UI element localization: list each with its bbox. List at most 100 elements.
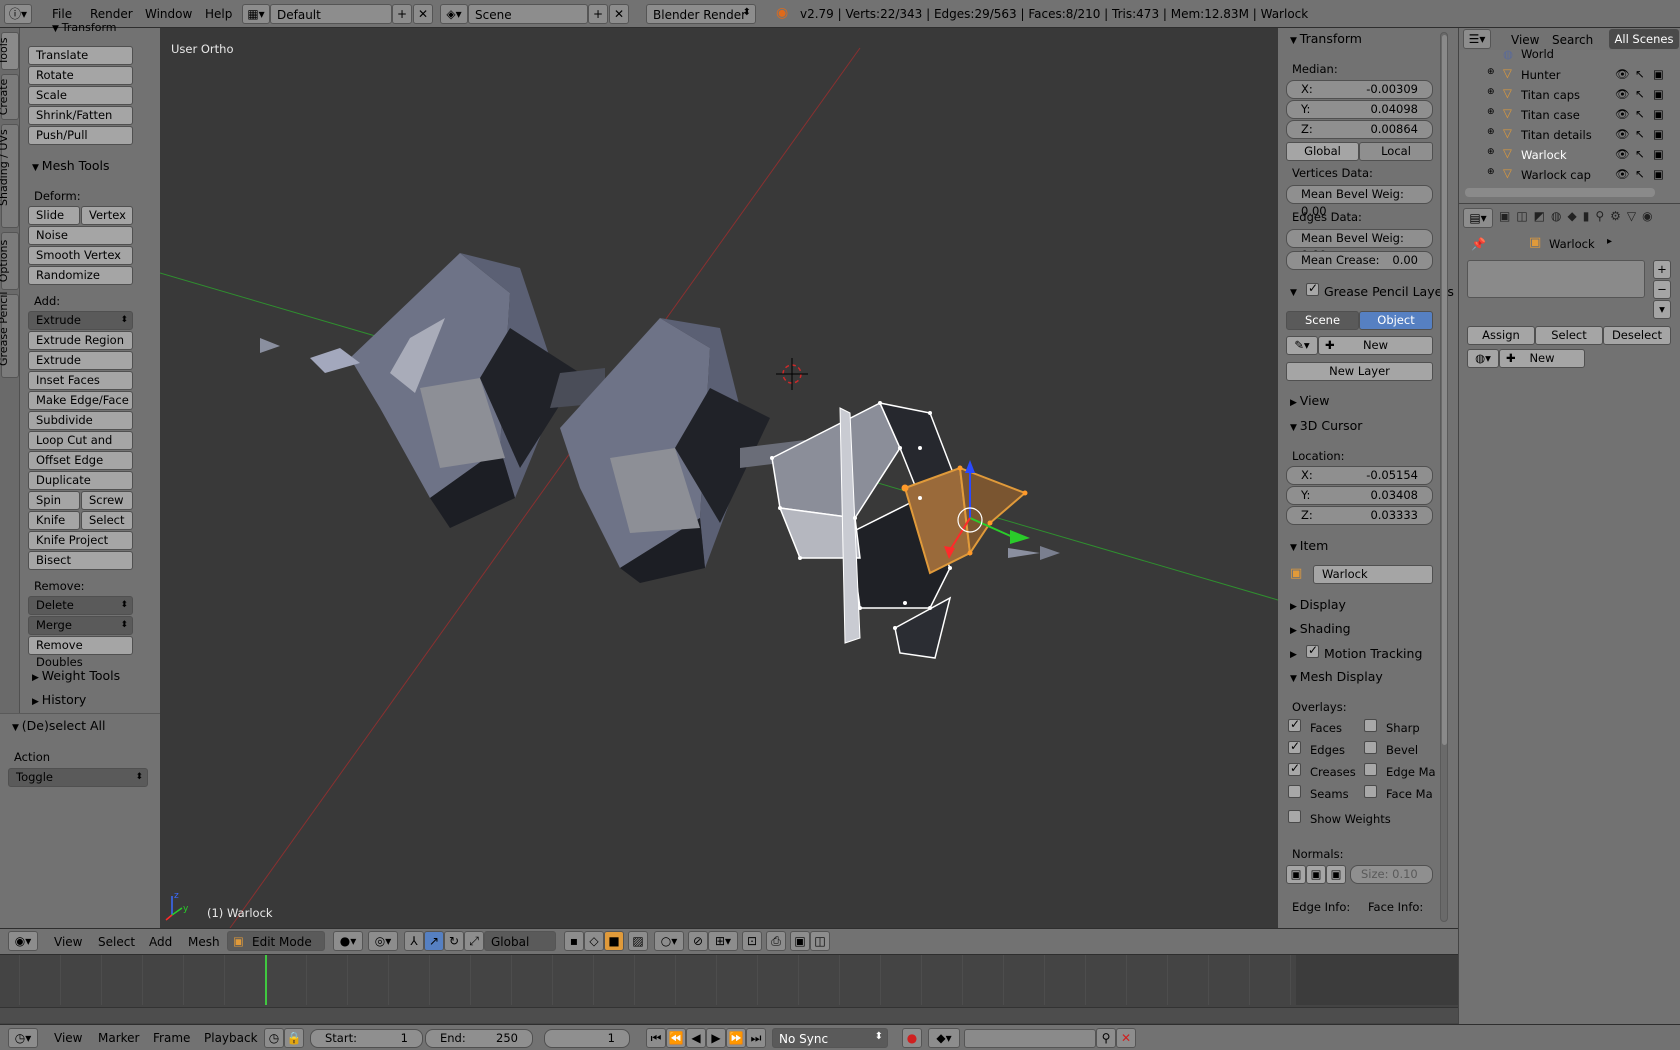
knife-button[interactable]: Knife — [28, 511, 80, 530]
local-toggle[interactable]: Local — [1359, 142, 1433, 161]
render-camera-icon[interactable]: ▣ — [1653, 167, 1664, 181]
median-z-field[interactable]: Z: 0.00864 — [1286, 120, 1433, 139]
insert-keyframe-icon[interactable]: ⚲ — [1096, 1028, 1116, 1048]
shading-header[interactable]: Shading — [1290, 621, 1351, 636]
timeline-editor-icon[interactable]: ◷▾ — [8, 1028, 38, 1048]
render-camera-icon[interactable]: ▣ — [1653, 67, 1664, 81]
start-frame-field[interactable]: Start: 1 — [310, 1029, 423, 1048]
bevel-checkbox[interactable] — [1364, 741, 1377, 754]
history-header[interactable]: History — [32, 692, 86, 707]
new-layer-button[interactable]: New Layer — [1286, 362, 1433, 381]
cursor-z-field[interactable]: Z: 0.03333 — [1286, 506, 1433, 525]
spin-button[interactable]: Spin — [28, 491, 80, 510]
item-header[interactable]: Item — [1290, 538, 1328, 553]
play-reverse-icon[interactable]: ◀ — [686, 1028, 706, 1048]
expand-icon[interactable]: ⊕ — [1487, 67, 1495, 77]
expand-icon[interactable]: ⊕ — [1487, 107, 1495, 117]
scene-icon[interactable]: ◈▾ — [440, 4, 468, 24]
camera-icon[interactable]: ◫ — [810, 931, 830, 951]
knife-select-button[interactable]: Select — [81, 511, 133, 530]
mesh-display-header[interactable]: Mesh Display — [1290, 669, 1383, 684]
menu-help[interactable]: Help — [205, 7, 232, 21]
current-frame-field[interactable]: 1 — [544, 1029, 630, 1048]
opengl-animation-icon[interactable]: ▣ — [790, 931, 810, 951]
active-keying-set-field[interactable] — [964, 1029, 1096, 1048]
end-frame-field[interactable]: End: 250 — [425, 1029, 533, 1048]
mode-select[interactable]: Edit Mode ▣ — [227, 931, 325, 951]
timeline-editor[interactable]: -60-50-40-30-20-100102030405060708090100… — [0, 954, 1458, 1024]
expand-icon[interactable]: ⊕ — [1487, 147, 1495, 157]
scale-button[interactable]: Scale — [28, 86, 133, 105]
extrude-individual-button[interactable]: Extrude Individual — [28, 351, 133, 384]
render-camera-icon[interactable]: ▣ — [1653, 107, 1664, 121]
tab-shading-uvs[interactable]: Shading / UVs — [0, 124, 19, 228]
add-scene-icon[interactable]: + — [588, 4, 608, 24]
push-pull-button[interactable]: Push/Pull — [28, 126, 133, 145]
outliner-row-titan-case[interactable]: ⊕ ▽ Titan case 👁 ↖ ▣ — [1459, 106, 1664, 125]
new-material-button[interactable]: ✚ New — [1499, 349, 1585, 368]
tab-tools[interactable]: Tools — [0, 32, 19, 70]
manipulator-toggle-icon[interactable]: ⅄ — [404, 931, 424, 951]
remove-doubles-button[interactable]: Remove Doubles — [28, 636, 133, 669]
visibility-eye-icon[interactable]: 👁 — [1615, 147, 1630, 161]
remove-slot-button[interactable]: − — [1653, 280, 1671, 299]
remove-layout-icon[interactable]: ✕ — [413, 4, 433, 24]
sync-mode-select[interactable]: No Sync ⬍ — [772, 1028, 888, 1048]
delete-keyframe-icon[interactable]: ✕ — [1116, 1028, 1136, 1048]
transform-header[interactable]: Transform — [1290, 31, 1362, 46]
vertex-bevel-weight-field[interactable]: Mean Bevel Weig: 0.00 — [1286, 185, 1433, 218]
outliner-row-world[interactable]: ◍ World — [1459, 47, 1659, 62]
render-camera-icon[interactable]: ▣ — [1653, 127, 1664, 141]
gp-scene-tab[interactable]: Scene — [1286, 311, 1359, 330]
visibility-eye-icon[interactable]: 👁 — [1615, 87, 1630, 101]
outliner-h-scrollbar[interactable] — [1465, 188, 1655, 197]
jump-start-icon[interactable]: ⏮ — [646, 1028, 666, 1048]
scene-selector[interactable]: Scene — [468, 4, 588, 24]
object-name-field[interactable]: Warlock — [1313, 565, 1433, 584]
rotate-button[interactable]: Rotate — [28, 66, 133, 85]
visibility-eye-icon[interactable]: 👁 — [1615, 67, 1630, 81]
sharp-checkbox[interactable] — [1364, 719, 1377, 732]
smooth-vertex-button[interactable]: Smooth Vertex — [28, 246, 133, 265]
menu-window[interactable]: Window — [145, 7, 192, 21]
grease-pencil-header[interactable] — [1290, 283, 1297, 298]
layout-icon[interactable]: ▦▾ — [242, 4, 270, 24]
normals-size-field[interactable]: Size: 0.10 — [1350, 865, 1433, 884]
preview-range-icon[interactable]: ◷ — [264, 1028, 284, 1048]
render-engine-select[interactable]: Blender Render ⬍ — [646, 4, 756, 24]
creases-checkbox[interactable] — [1288, 761, 1301, 776]
action-select[interactable]: Toggle ⬍ — [8, 768, 148, 787]
3d-viewport[interactable]: User Ortho z y (1) Warlock — [160, 28, 1278, 928]
timeline-marker-menu[interactable]: Marker — [98, 1031, 139, 1045]
faces-checkbox[interactable] — [1288, 717, 1301, 732]
selectable-arrow-icon[interactable]: ↖ — [1635, 67, 1645, 81]
seams-checkbox[interactable] — [1288, 785, 1301, 798]
editor-type-icon[interactable]: ◉▾ — [8, 931, 38, 951]
weight-tools-header[interactable]: Weight Tools — [32, 668, 120, 683]
tab-options[interactable]: Options — [0, 232, 19, 290]
deselect-button[interactable]: Deselect — [1603, 326, 1671, 345]
selectable-arrow-icon[interactable]: ↖ — [1635, 167, 1645, 181]
menu-file[interactable]: File — [52, 7, 72, 21]
proportional-editing-icon[interactable]: ○▾ — [654, 931, 684, 951]
selectable-arrow-icon[interactable]: ↖ — [1635, 147, 1645, 161]
scale-manipulator-icon[interactable]: ⤢ — [464, 931, 484, 951]
gp-new-button[interactable]: ✚ New — [1318, 336, 1433, 355]
knife-project-button[interactable]: Knife Project — [28, 531, 133, 550]
material-slot-list[interactable] — [1467, 260, 1645, 298]
grease-pencil-checkbox[interactable] — [1306, 281, 1319, 296]
lock-range-icon[interactable]: 🔒 — [284, 1028, 304, 1048]
bisect-button[interactable]: Bisect — [28, 551, 133, 570]
timeline-frame-menu[interactable]: Frame — [153, 1031, 190, 1045]
menu-render[interactable]: Render — [90, 7, 133, 21]
current-frame-marker[interactable] — [265, 955, 267, 1005]
limit-selection-icon[interactable]: ▨ — [628, 931, 648, 951]
transform-orientation-select[interactable]: Global — [484, 931, 556, 951]
outliner-row-titan-details[interactable]: ⊕ ▽ Titan details 👁 ↖ ▣ — [1459, 126, 1664, 145]
face-normals-icon[interactable]: ▣ — [1326, 865, 1346, 884]
pivot-point-icon[interactable]: ◎▾ — [368, 931, 398, 951]
visibility-eye-icon[interactable]: 👁 — [1615, 107, 1630, 121]
slide-edge-button[interactable]: Slide Ed — [28, 206, 80, 239]
subdivide-button[interactable]: Subdivide — [28, 411, 133, 430]
transform-panel-header[interactable]: Transform — [52, 21, 117, 34]
